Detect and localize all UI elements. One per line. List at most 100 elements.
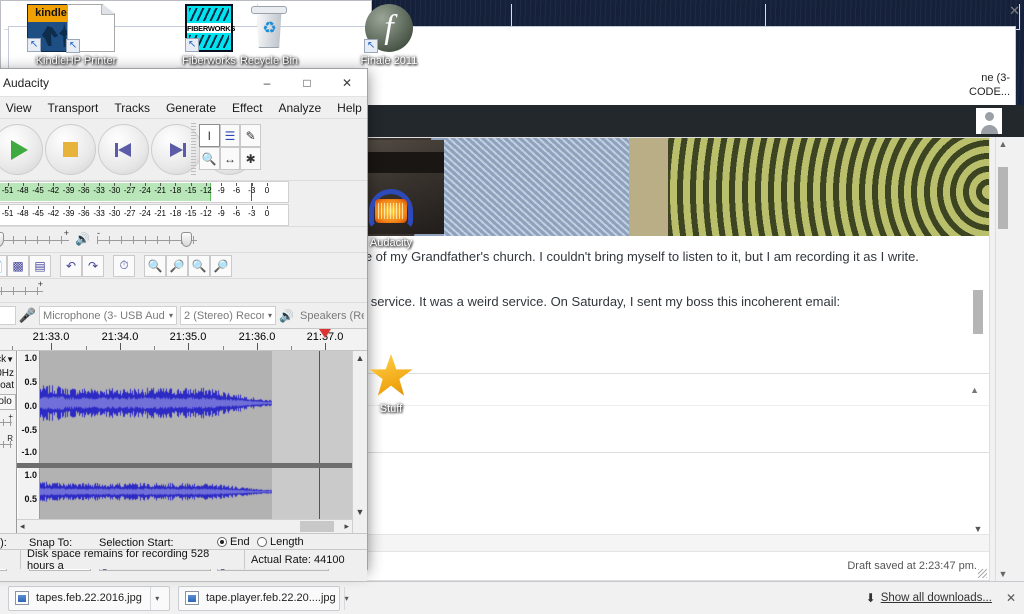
waveform-empty-area-right[interactable]: [272, 468, 352, 519]
menu-effect[interactable]: Effect: [224, 97, 270, 119]
close-icon[interactable]: ✕: [1009, 3, 1020, 19]
download-menu-icon[interactable]: ▾: [149, 586, 164, 610]
playback-speed-slider[interactable]: -+: [0, 279, 43, 300]
fit-project-icon[interactable]: 🔎: [210, 254, 232, 277]
input-volume-slider[interactable]: -: [97, 228, 197, 249]
menu-help[interactable]: Help: [329, 97, 370, 119]
fit-selection-icon[interactable]: 🔍: [188, 254, 210, 277]
copy-icon[interactable]: 📄: [0, 254, 7, 277]
audacity-tools-toolbar[interactable]: I ☰ ✎ 🔍 ↔ ✱: [199, 124, 262, 170]
scrollbar-thumb[interactable]: [300, 521, 334, 532]
scroll-right-icon[interactable]: ▸: [344, 521, 349, 532]
meter-tick-label: -18: [169, 209, 182, 218]
meter-tick-label: -45: [32, 209, 44, 218]
audacity-timeline-ruler[interactable]: 1:32.0 21:33.0 21:34.0 21:35.0 21:36.0 2…: [0, 329, 367, 351]
multi-tool-icon[interactable]: ✱: [240, 147, 262, 170]
chrome-downloads-bar[interactable]: tapes.feb.22.2016.jpg ▾ tape.player.feb.…: [0, 581, 1024, 614]
audacity-meter-toolbars[interactable]: LR -57-54-51-48-45-42-39-36-33-30-27-24-…: [0, 181, 367, 227]
menu-analyze[interactable]: Analyze: [270, 97, 329, 119]
download-item[interactable]: tapes.feb.22.2016.jpg ▾: [8, 585, 170, 611]
sync-lock-icon[interactable]: ⏱: [113, 254, 135, 277]
close-downloads-icon[interactable]: ✕: [1000, 591, 1016, 605]
meter-tick-label: -30: [108, 186, 121, 195]
show-all-downloads-link[interactable]: ⬇ Show all downloads...: [866, 591, 992, 605]
toolbar-grip[interactable]: [191, 123, 196, 175]
track-horizontal-scrollbar[interactable]: ◂ ▸: [17, 519, 352, 533]
zoom-in-icon[interactable]: 🔍: [144, 254, 166, 277]
desktop-icon-recycle-bin[interactable]: Recycle Bin: [226, 4, 312, 68]
maximize-button[interactable]: □: [287, 69, 327, 97]
track-name[interactable]: dio Track▼: [0, 352, 16, 367]
timeshift-tool-icon[interactable]: ↔: [219, 147, 241, 170]
scrollbar-thumb[interactable]: [973, 290, 983, 334]
track-control-panel[interactable]: dio Track▼ o, 44100Hz float e Solo - + -…: [0, 351, 17, 533]
stop-button[interactable]: [45, 124, 96, 175]
minimize-button[interactable]: –: [247, 69, 287, 97]
redo-icon[interactable]: ↷: [82, 254, 104, 277]
zoom-out-icon[interactable]: 🔎: [166, 254, 188, 277]
waveform-empty-area-left[interactable]: [272, 351, 352, 463]
track-vertical-ruler-2: 1.0 0.5: [18, 468, 40, 519]
scroll-left-icon[interactable]: ◂: [20, 521, 25, 532]
close-button[interactable]: ✕: [327, 69, 367, 97]
playback-meter[interactable]: LR -57-54-51-48-45-42-39-36-33-30-27-24-…: [0, 204, 289, 226]
shortcut-overlay-icon: [27, 38, 41, 52]
playhead-icon[interactable]: [319, 329, 331, 338]
menu-generate[interactable]: Generate: [158, 97, 224, 119]
recording-device-select[interactable]: Microphone (3- USB Audio CC▾: [39, 306, 178, 325]
selection-length-radio[interactable]: Length: [257, 536, 304, 548]
scrollbar-thumb[interactable]: [998, 167, 1008, 229]
audacity-menubar[interactable]: Edit View Transport Tracks Generate Effe…: [0, 97, 367, 119]
zoom-tool-icon[interactable]: 🔍: [199, 147, 220, 170]
menu-view[interactable]: View: [0, 97, 39, 119]
undo-icon[interactable]: ↶: [60, 254, 82, 277]
download-item[interactable]: tape.player.feb.22.20....jpg ▾: [178, 585, 349, 611]
selection-end-radio[interactable]: End: [217, 536, 250, 548]
audacity-statusbar: ding. Disk space remains for recording 5…: [0, 548, 367, 572]
silence-selection-icon[interactable]: ▤: [29, 254, 51, 277]
draw-tool-icon[interactable]: ✎: [240, 124, 262, 147]
solo-button[interactable]: Solo: [0, 394, 16, 410]
trim-outside-icon[interactable]: ▩: [7, 254, 29, 277]
scroll-up-icon[interactable]: ▲: [996, 137, 1010, 151]
scroll-down-icon[interactable]: ▼: [973, 524, 983, 534]
waveform-channel-right[interactable]: [40, 468, 274, 519]
recording-channels-select[interactable]: 2 (Stereo) Recorı ▾: [180, 306, 277, 325]
desktop-icon-label: Audacity: [369, 237, 413, 249]
audacity-titlebar[interactable]: Audacity – □ ✕: [0, 69, 367, 97]
audacity-edit-toolbar[interactable]: 📋 📄 ▩ ▤ ↶ ↷ ⏱ 🔍 🔎 🔍 🔎: [0, 253, 367, 279]
audacity-window[interactable]: Audacity – □ ✕ Edit View Transport Track…: [0, 68, 368, 581]
collapse-toggle-icon[interactable]: ▲: [970, 385, 979, 395]
track-gain-slider[interactable]: - +: [0, 412, 13, 429]
desktop-icon-audacity[interactable]: Audacity: [348, 186, 434, 250]
avatar[interactable]: [976, 108, 1002, 134]
meter-tick-label: -12: [200, 209, 212, 218]
audacity-transcription-toolbar[interactable]: -+: [0, 279, 367, 303]
scroll-down-icon[interactable]: ▼: [353, 505, 367, 519]
audacity-device-toolbar[interactable]: E▾ 🎤 Microphone (3- USB Audio CC▾ 2 (Ste…: [0, 303, 367, 329]
audacity-mixer-toolbar[interactable]: -+ 🔊 -: [0, 227, 367, 253]
selection-tool-icon[interactable]: I: [199, 124, 220, 147]
desktop-icon-finale[interactable]: Finale 2011: [346, 4, 432, 68]
audacity-track-area[interactable]: dio Track▼ o, 44100Hz float e Solo - + -…: [0, 351, 367, 533]
meter-tick-label: -42: [47, 209, 60, 218]
menu-transport[interactable]: Transport: [39, 97, 106, 119]
desktop-icon-stuff[interactable]: Stuff: [348, 352, 434, 416]
skip-to-start-button[interactable]: [98, 124, 149, 175]
page-scrollbar[interactable]: ▲ ▼: [995, 137, 1010, 581]
play-button[interactable]: [0, 124, 43, 175]
output-volume-slider[interactable]: -+: [0, 228, 69, 249]
playback-device-select[interactable]: Speakers (Rea: [297, 306, 367, 325]
track-pan-slider[interactable]: - R: [0, 434, 13, 451]
recording-meter[interactable]: LR -57-54-51-48-45-42-39-36-33-30-27-24-…: [0, 181, 289, 203]
resize-handle[interactable]: [978, 569, 987, 578]
audio-host-select[interactable]: E▾: [0, 306, 16, 325]
meter-tick-label: -3: [248, 186, 256, 195]
menu-tracks[interactable]: Tracks: [106, 97, 158, 119]
status-disk-space: Disk space remains for recording 528 hou…: [21, 548, 245, 572]
waveform-channel-left[interactable]: [40, 351, 274, 463]
audacity-transport-toolbar[interactable]: I ☰ ✎ 🔍 ↔ ✱: [0, 119, 367, 181]
download-menu-icon[interactable]: ▾: [343, 586, 349, 610]
scroll-down-icon[interactable]: ▼: [996, 567, 1010, 581]
envelope-tool-icon[interactable]: ☰: [219, 124, 241, 147]
